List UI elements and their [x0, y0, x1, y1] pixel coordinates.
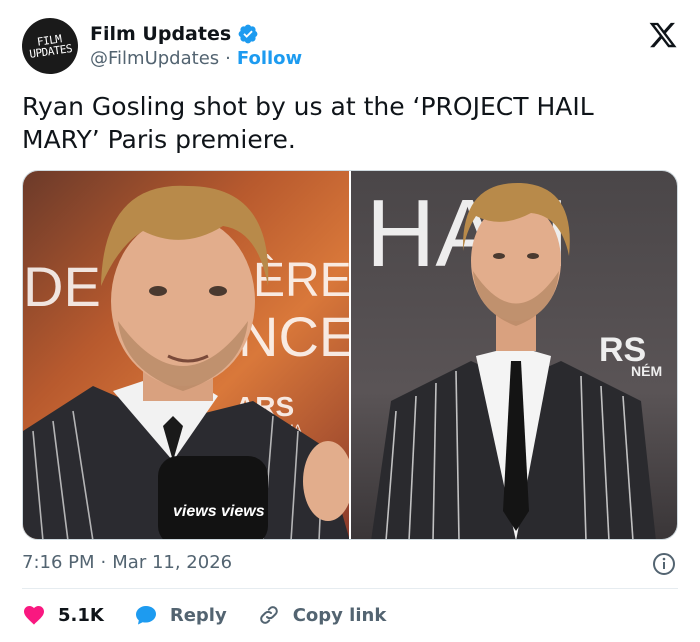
author-info: Film Updates @FilmUpdates · Follow — [90, 23, 302, 69]
bg-letters-right-3: NÉM — [631, 363, 662, 379]
tweet-timestamp[interactable]: 7:16 PM · Mar 11, 2026 — [22, 552, 232, 573]
bg-letters-3: NCE — [238, 305, 349, 368]
follow-button[interactable]: Follow — [237, 48, 302, 69]
avatar-text-line2: UPDATES — [28, 42, 73, 61]
tweet-header: FILM UPDATES Film Updates @FilmUpdates ·… — [18, 14, 680, 78]
reply-label: Reply — [169, 604, 227, 626]
verified-badge-icon — [238, 24, 258, 44]
heart-icon — [24, 606, 44, 625]
like-button[interactable]: 5.1K — [22, 603, 104, 627]
avatar[interactable]: FILM UPDATES — [18, 14, 82, 78]
x-logo-icon[interactable] — [648, 20, 678, 50]
mic-text: views views — [173, 503, 265, 520]
copy-link-label: Copy link — [292, 604, 387, 626]
photo-right-illustration: HAN RS NÉM — [366, 180, 662, 539]
reply-button[interactable]: Reply — [134, 603, 227, 627]
like-count: 5.1K — [58, 604, 104, 626]
bg-letters-1: DE — [23, 255, 101, 318]
name-row: Film Updates — [90, 23, 302, 45]
photo-left[interactable]: DE ÈRE NCE ARS CINÉMA — [23, 171, 349, 539]
handle-separator: · — [225, 48, 231, 69]
tweet-media[interactable]: DE ÈRE NCE ARS CINÉMA — [22, 170, 678, 540]
tweet-time: 7:16 PM — [22, 552, 95, 573]
handle[interactable]: @FilmUpdates — [90, 48, 219, 69]
photo-left-illustration: DE ÈRE NCE ARS CINÉMA — [23, 185, 349, 539]
tweet-text: Ryan Gosling shot by us at the ‘PROJECT … — [22, 92, 594, 154]
photo-right[interactable]: HAN RS NÉM — [351, 171, 677, 539]
action-bar: 5.1K Reply Copy link — [22, 600, 416, 630]
tweet-date: Mar 11, 2026 — [112, 552, 233, 573]
divider — [22, 588, 678, 589]
tweet-embed-card: FILM UPDATES Film Updates @FilmUpdates ·… — [0, 0, 700, 642]
link-icon — [259, 606, 278, 624]
reply-bubble-icon — [135, 606, 156, 625]
info-icon[interactable] — [652, 552, 676, 576]
copy-link-button[interactable]: Copy link — [257, 603, 387, 627]
display-name[interactable]: Film Updates — [90, 23, 231, 45]
timestamp-separator: · — [100, 552, 107, 573]
handle-row: @FilmUpdates · Follow — [90, 48, 302, 69]
